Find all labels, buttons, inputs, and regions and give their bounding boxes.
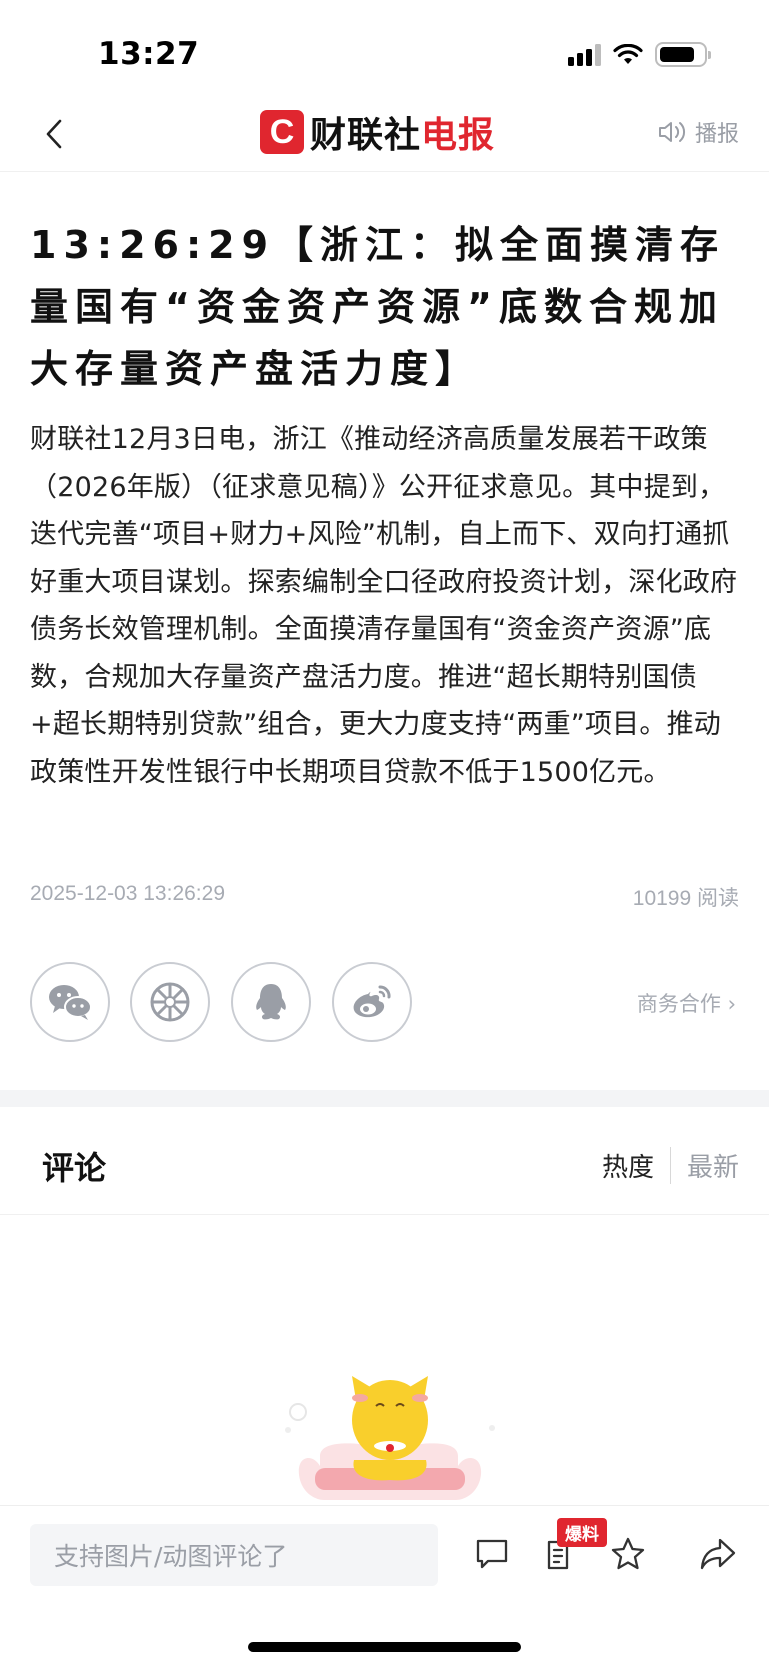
logo-text: 财联社电报 — [310, 115, 496, 156]
comment-title: 评论 — [42, 1149, 107, 1187]
back-button[interactable] — [34, 112, 74, 156]
app-logo: C 财联社电报 — [260, 106, 495, 158]
status-icons — [568, 42, 711, 67]
nav-bar: C 财联社电报 播报 — [0, 100, 769, 172]
bottom-action-bar: 支持图片/动图评论了 爆料 — [0, 1505, 769, 1665]
comment-sort-tabs: 热度 最新 — [602, 1147, 739, 1184]
article-title: 13:26:29【浙江：拟全面摸清存量国有“资金资产资源”底数合规加大存量资产盘… — [30, 223, 726, 391]
wifi-icon — [613, 43, 643, 64]
status-bar: 13:27 — [0, 0, 769, 100]
wechat-icon — [49, 985, 92, 1020]
weibo-icon — [353, 985, 391, 1018]
status-time: 13:27 — [98, 36, 200, 72]
section-divider — [0, 1090, 769, 1107]
share-arrow-icon — [700, 1538, 736, 1570]
speaker-icon — [658, 122, 686, 142]
cellular-signal-icon — [568, 43, 601, 66]
sort-hot-tab[interactable]: 热度 — [602, 1147, 671, 1184]
comments-button[interactable] — [470, 1532, 514, 1576]
sort-new-tab[interactable]: 最新 — [671, 1147, 739, 1184]
chevron-left-icon — [46, 119, 62, 149]
business-cooperation-link[interactable]: 商务合作 › — [637, 988, 736, 1018]
share-wechat-button[interactable] — [30, 962, 110, 1042]
share-button[interactable] — [696, 1532, 740, 1576]
home-indicator — [248, 1642, 521, 1652]
article-meta: 2025-12-03 13:26:29 10199 阅读 — [30, 882, 739, 912]
broadcast-label: 播报 — [694, 122, 739, 147]
article-datetime: 2025-12-03 13:26:29 — [30, 882, 225, 905]
comment-input[interactable]: 支持图片/动图评论了 — [30, 1524, 438, 1586]
favorite-button[interactable] — [606, 1532, 650, 1576]
read-count: 10199 阅读 — [632, 887, 739, 910]
logo-mark: C — [260, 110, 304, 154]
star-icon — [611, 1537, 645, 1570]
battery-icon — [655, 42, 711, 67]
moments-icon — [150, 982, 190, 1022]
comment-header: 评论 热度 最新 — [0, 1107, 769, 1215]
share-qq-button[interactable] — [231, 962, 311, 1042]
broadcast-button[interactable]: 播报 — [657, 116, 739, 148]
qq-icon — [256, 984, 286, 1020]
share-weibo-button[interactable] — [332, 962, 412, 1042]
share-moments-button[interactable] — [130, 962, 210, 1042]
share-row: 商务合作 › — [30, 962, 742, 1042]
article-body: 财联社12月3日电，浙江《推动经济高质量发展若干政策（2026年版）（征求意见稿… — [30, 424, 738, 788]
tip-off-badge: 爆料 — [557, 1518, 607, 1547]
comment-bubble-icon — [476, 1539, 508, 1569]
empty-comments-illustration — [285, 1376, 495, 1500]
